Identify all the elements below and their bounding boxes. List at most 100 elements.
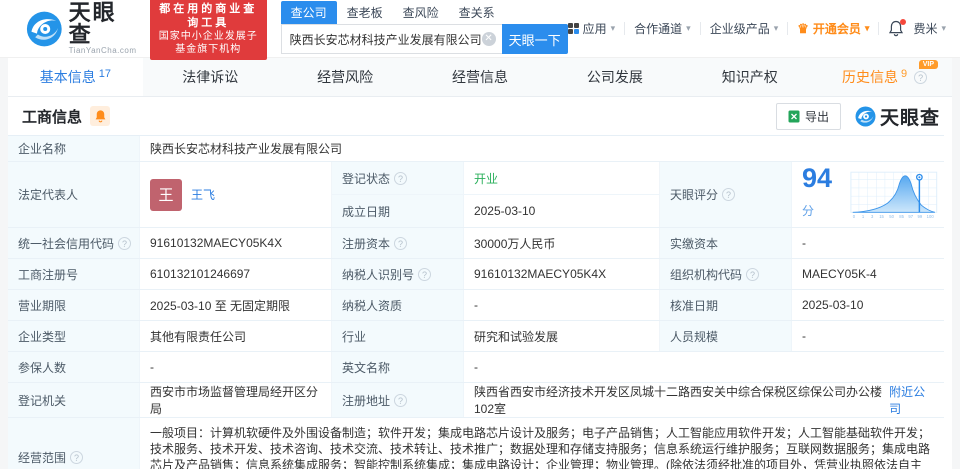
nearby-companies-link[interactable]: 附近公司 (889, 383, 934, 417)
value-taxpayer-id: 91610132MAECY05K4X (464, 259, 660, 289)
label-english-name: 英文名称 (332, 352, 464, 382)
table-row: 经营范围 一般项目：计算机软硬件及外围设备制造；软件开发；集成电路芯片设计及服务… (8, 418, 944, 469)
search-area: 查公司 查老板 查风险 查关系 陕西长安芯材科技产业发展有限公司 ✕ 天眼一下 (280, 1, 568, 54)
promo-line2: 国家中小企业发展子基金旗下机构 (158, 30, 258, 55)
tab-legal[interactable]: 法律诉讼 (143, 58, 278, 96)
label-business-scope: 经营范围 (8, 418, 140, 469)
label-credit-code: 统一社会信用代码 (8, 228, 140, 258)
promo-badge[interactable]: 都在用的商业查询工具 国家中小企业发展子基金旗下机构 (149, 0, 267, 60)
help-icon[interactable] (394, 393, 408, 407)
svg-text:1: 1 (862, 213, 865, 218)
tab-company-development[interactable]: 公司发展 (547, 58, 682, 96)
label-reg-address: 注册地址 (332, 383, 464, 417)
table-row: 企业名称 陕西长安芯材科技产业发展有限公司 (8, 136, 944, 162)
table-subrow: 成立日期 2025-03-10 (331, 194, 660, 227)
section-actions: 导出 天眼查 (775, 102, 940, 130)
value-business-term: 2025-03-10 至 无固定期限 (140, 290, 332, 320)
value-staff-size: - (802, 329, 806, 343)
chevron-down-icon: ▾ (941, 23, 946, 33)
monitor-bell-icon[interactable] (90, 106, 111, 126)
search-tab-company[interactable]: 查公司 (280, 1, 337, 24)
tab-business-info[interactable]: 经营信息 (413, 58, 548, 96)
help-icon[interactable] (70, 450, 84, 464)
label-est-date: 成立日期 (331, 195, 464, 227)
export-label: 导出 (804, 109, 829, 124)
notification-bell-icon[interactable] (888, 19, 907, 37)
label-reg-status: 登记状态 (331, 162, 464, 194)
help-icon[interactable] (914, 70, 928, 84)
help-icon[interactable] (746, 267, 760, 281)
value-business-scope: 一般项目：计算机软硬件及外围设备制造；软件开发；集成电路芯片设计及服务；电子产品… (150, 426, 931, 469)
logo-brand: 天眼查 (68, 0, 117, 47)
svg-text:50: 50 (890, 213, 895, 218)
menu-partner[interactable]: 合作通道 ▾ (634, 20, 691, 37)
label-reg-capital: 注册资本 (332, 228, 464, 258)
menu-divider (624, 22, 626, 35)
tab-intellectual-property[interactable]: 知识产权 (682, 58, 817, 96)
label-org-code: 组织机构代码 (660, 259, 792, 289)
tab-label: 经营风险 (317, 69, 374, 85)
watermark-logo-icon (855, 106, 876, 126)
clear-icon[interactable]: ✕ (481, 32, 496, 46)
tab-basic-info[interactable]: 基本信息 17 (8, 58, 143, 96)
tab-label: 历史信息 (842, 69, 899, 85)
page: 天眼查 TianYanCha.com 都在用的商业查询工具 国家中小企业发展子基… (0, 0, 960, 469)
menu-enterprise-label: 企业级产品 (709, 22, 770, 36)
help-icon[interactable] (418, 267, 432, 281)
menu-vip[interactable]: ♛ 开通会员 ▾ (797, 20, 869, 37)
chevron-down-icon: ▾ (686, 23, 691, 33)
table-row: 企业类型 其他有限责任公司 行业 研究和试验发展 人员规模 - (8, 321, 944, 352)
label-industry: 行业 (332, 321, 464, 351)
value-reg-status: 开业 (464, 162, 660, 194)
label-staff-size: 人员规模 (660, 321, 792, 351)
label-company-name: 企业名称 (8, 136, 140, 161)
value-tianyan-score[interactable]: 94分 0 1 3 15 50 85 97 99 100 (792, 162, 944, 227)
label-approval-date: 核准日期 (660, 290, 792, 320)
search-button[interactable]: 天眼一下 (501, 24, 568, 54)
search-input[interactable]: 陕西长安芯材科技产业发展有限公司 ✕ (280, 24, 502, 54)
svg-text:3: 3 (871, 213, 874, 218)
tab-history-info[interactable]: VIP 历史信息 9 (817, 58, 952, 96)
vip-badge: VIP (918, 60, 939, 69)
value-insured-count: - (140, 352, 332, 382)
help-icon[interactable] (393, 171, 407, 185)
crown-icon: ♛ (797, 20, 809, 36)
avatar[interactable]: 王 (150, 178, 182, 211)
search-tab-relation[interactable]: 查关系 (449, 1, 505, 24)
label-reg-number: 工商注册号 (8, 259, 140, 289)
menu-divider (878, 22, 880, 35)
search-tab-risk[interactable]: 查风险 (393, 1, 449, 24)
help-icon[interactable] (118, 236, 131, 250)
label-legal-rep: 法定代表人 (8, 162, 140, 227)
table-row: 登记机关 西安市市场监督管理局经开区分局 注册地址 陕西省西安市经济技术开发区凤… (8, 383, 944, 418)
status-date-block: 登记状态 开业 成立日期 2025-03-10 (331, 162, 660, 227)
tab-label: 基本信息 (39, 69, 96, 85)
tab-operation-risk[interactable]: 经营风险 (278, 58, 413, 96)
svg-text:15: 15 (880, 213, 885, 218)
menu-user[interactable]: 费米 ▾ (913, 20, 946, 37)
menu-apps[interactable]: 应用 ▾ (567, 20, 615, 37)
value-industry: 研究和试验发展 (464, 321, 660, 351)
value-taxpayer-quality: - (464, 290, 660, 320)
value-reg-number: 610132101246697 (140, 259, 332, 289)
svg-text:0: 0 (853, 213, 856, 218)
legal-rep-link[interactable]: 王飞 (191, 186, 215, 203)
search-tabs: 查公司 查老板 查风险 查关系 (280, 1, 568, 24)
menu-enterprise[interactable]: 企业级产品 ▾ (710, 20, 779, 37)
value-credit-code: 91610132MAECY05K4X (140, 228, 332, 258)
value-legal-rep: 王 王飞 (140, 162, 332, 227)
search-tab-boss[interactable]: 查老板 (337, 1, 393, 24)
menu-apps-label: 应用 (582, 22, 607, 36)
tab-count: 9 (901, 68, 908, 80)
help-icon[interactable] (721, 188, 735, 201)
help-icon[interactable] (394, 236, 408, 250)
svg-text:85: 85 (900, 213, 905, 218)
tianyancha-logo[interactable]: 天眼查 TianYanCha.com (26, 2, 138, 55)
watermark-brand: 天眼查 (879, 107, 940, 129)
table-row: 法定代表人 王 王飞 登记状态 开业 成立日期 2025-03-10 天眼评分 (8, 162, 944, 228)
value-company-name: 陕西长安芯材科技产业发展有限公司 (150, 142, 343, 156)
chevron-down-icon: ▾ (773, 23, 779, 33)
top-header: 天眼查 TianYanCha.com 都在用的商业查询工具 国家中小企业发展子基… (0, 0, 960, 60)
export-button[interactable]: 导出 (775, 102, 841, 130)
menu-partner-label: 合作通道 (634, 22, 683, 36)
